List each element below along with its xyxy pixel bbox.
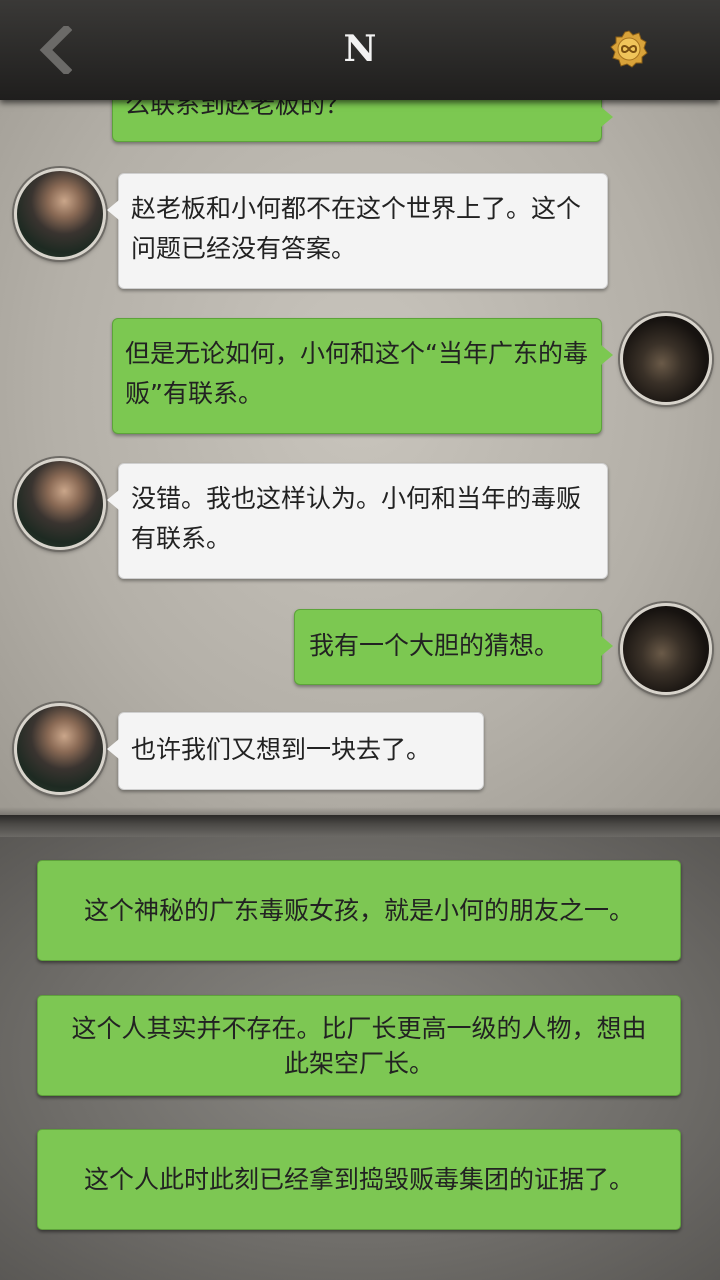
- npc-avatar: [14, 703, 106, 795]
- coin-button[interactable]: [610, 30, 648, 68]
- choice-text: 这个神秘的广东毒贩女孩，就是小何的朋友之一。: [83, 896, 634, 925]
- divider: [0, 815, 720, 837]
- chat-area[interactable]: 么联系到赵老板的？ 赵老板和小何都不在这个世界上了。这个问题已经没有答案。 但是…: [0, 100, 720, 815]
- message-text: 但是无论如何，小何和这个“当年广东的毒贩”有联系。: [125, 339, 588, 408]
- npc-avatar: [14, 458, 106, 550]
- message-text: 么联系到赵老板的？: [125, 100, 351, 119]
- message-bubble-npc: 没错。我也这样认为。小何和当年的毒贩有联系。: [107, 463, 608, 579]
- choice-button-3[interactable]: 这个人此时此刻已经拿到捣毁贩毒集团的证据了。: [37, 1129, 681, 1230]
- message-text: 我有一个大胆的猜想。: [309, 631, 560, 660]
- message-bubble-me: 我有一个大胆的猜想。: [294, 609, 613, 685]
- message-bubble-npc: 也许我们又想到一块去了。: [107, 712, 484, 790]
- player-avatar: [620, 313, 712, 405]
- message-bubble-me: 但是无论如何，小何和这个“当年广东的毒贩”有联系。: [112, 318, 613, 434]
- choice-text: 这个人此时此刻已经拿到捣毁贩毒集团的证据了。: [83, 1165, 634, 1194]
- message-text: 没错。我也这样认为。小何和当年的毒贩有联系。: [131, 484, 582, 553]
- message-text: 赵老板和小何都不在这个世界上了。这个问题已经没有答案。: [131, 194, 582, 263]
- choice-text: 这个人其实并不存在。比厂长更高一级的人物，想由此架空厂长。: [71, 1013, 647, 1078]
- player-avatar: [620, 603, 712, 695]
- choice-button-1[interactable]: 这个神秘的广东毒贩女孩，就是小何的朋友之一。: [37, 860, 681, 961]
- message-bubble-me: 么联系到赵老板的？: [112, 100, 613, 142]
- infinity-coin-icon: [610, 30, 648, 68]
- choice-button-2[interactable]: 这个人其实并不存在。比厂长更高一级的人物，想由此架空厂长。: [37, 995, 681, 1096]
- message-text: 也许我们又想到一块去了。: [131, 735, 432, 764]
- npc-avatar: [14, 168, 106, 260]
- message-bubble-npc: 赵老板和小何都不在这个世界上了。这个问题已经没有答案。: [107, 173, 608, 289]
- top-bar: N: [0, 0, 720, 100]
- choice-panel: 这个神秘的广东毒贩女孩，就是小何的朋友之一。 这个人其实并不存在。比厂长更高一级…: [0, 837, 720, 1280]
